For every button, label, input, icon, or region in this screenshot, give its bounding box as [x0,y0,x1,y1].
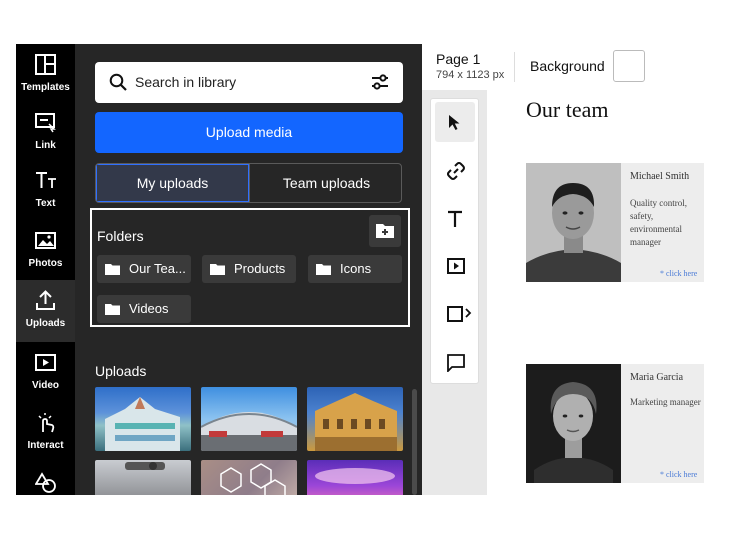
folder-label: Our Tea... [129,261,186,276]
street-photo [125,462,165,470]
folder-icon [316,264,331,275]
team-member-card[interactable]: Maria Garcia Marketing manager * click h… [526,364,704,483]
folder-label: Videos [129,301,169,316]
folder-item[interactable]: Icons [308,255,402,283]
folder-icon [210,264,225,275]
pointer-icon [449,115,460,130]
video-tool[interactable] [435,246,475,286]
folder-item[interactable]: Videos [97,295,191,323]
photos-icon [35,232,56,249]
upload-thumbnail-colorful-facade[interactable] [95,387,191,451]
portrait-photo-woman [526,364,621,483]
background-color-swatch[interactable] [613,50,645,82]
text-tool[interactable] [435,198,475,238]
sidebar-rail: Templates Link Text Photos Uploads Video… [16,44,75,495]
building-photo [315,393,397,451]
rail-label-interact: Interact [27,440,64,451]
folder-icon [105,304,120,315]
text-icon [36,172,56,188]
rail-item-interact[interactable]: Interact [16,402,75,464]
background-label: Background [530,58,605,74]
rail-item-shapes[interactable] [16,462,75,495]
new-folder-button[interactable] [369,215,401,247]
rail-item-photos[interactable]: Photos [16,220,75,282]
hexagon-photo [220,463,286,495]
library-scrollbar[interactable] [412,389,417,495]
upload-thumbnail-street[interactable] [95,460,191,495]
rail-label-uploads: Uploads [25,318,66,329]
folder-item[interactable]: Products [202,255,296,283]
text-tool-icon [448,210,462,227]
member-description[interactable]: Quality control, safety, environmental m… [630,197,702,249]
rail-label-templates: Templates [21,82,70,93]
member-photo[interactable] [526,163,621,282]
rail-label-photos: Photos [28,258,63,269]
member-link[interactable]: * click here [660,269,697,278]
filter-settings-icon[interactable] [371,74,389,91]
divider [514,52,515,82]
light-photo [315,468,395,484]
shapes-icon [35,472,56,493]
tab-team-uploads[interactable]: Team uploads [249,164,401,202]
team-member-card[interactable]: Michael Smith Quality control, safety, e… [526,163,704,282]
member-photo[interactable] [526,364,621,483]
rail-label-link: Link [35,140,56,151]
member-description[interactable]: Marketing manager [630,396,702,409]
folder-icon [105,264,120,275]
stadium-photo [201,412,297,451]
upload-thumbnail-hexagons[interactable] [201,460,297,495]
member-name[interactable]: Michael Smith [630,171,689,182]
tab-my-uploads[interactable]: My uploads [96,164,249,202]
search-bar[interactable]: Search in library [95,62,403,103]
page-name[interactable]: Page 1 [436,51,480,67]
page-size: 794 x 1123 px [436,69,505,81]
editor-page-bar: Page 1 794 x 1123 px Background [422,44,714,90]
document-title[interactable]: Our team [526,97,608,123]
link-tool[interactable] [435,150,475,190]
member-link[interactable]: * click here [660,470,697,479]
link-frame-icon [35,113,56,133]
folders-section: Folders Our Tea... Products Icons Videos [90,208,410,327]
add-folder-icon [376,224,394,238]
portrait-photo-man [526,163,621,282]
uploads-tab-switch: My uploads Team uploads [95,163,402,203]
rail-label-video: Video [31,380,60,391]
upload-thumbnail-yellow-building[interactable] [307,387,403,451]
document-page[interactable]: Our team Michael Smith Quality control, … [487,90,714,495]
library-panel: Search in library Upload media My upload… [75,44,422,495]
link-icon [447,162,465,180]
folders-heading: Folders [97,228,144,244]
shape-tool[interactable] [435,294,475,334]
rail-item-video[interactable]: Video [16,342,75,404]
search-icon [109,73,127,91]
video-tool-icon [447,258,465,274]
interact-icon [38,413,55,433]
rail-item-text[interactable]: Text [16,160,75,222]
square-icon [447,306,463,322]
uploads-heading: Uploads [95,363,147,379]
video-icon [35,354,56,371]
upload-media-button[interactable]: Upload media [95,112,403,153]
select-tool[interactable] [435,102,475,142]
chevron-right-icon [465,308,472,318]
folder-item[interactable]: Our Tea... [97,255,191,283]
upload-thumbnail-stadium[interactable] [201,387,297,451]
rail-item-link[interactable]: Link [16,102,75,164]
facade-photo [105,397,180,451]
rail-item-templates[interactable]: Templates [16,44,75,106]
member-name[interactable]: Maria Garcia [630,372,683,383]
comment-tool[interactable] [435,342,475,382]
folder-label: Icons [340,261,372,276]
uploads-icon [36,290,55,310]
upload-thumbnail-purple-light[interactable] [307,460,403,495]
editor-toolbar [430,98,479,384]
rail-item-uploads[interactable]: Uploads [16,280,75,342]
rail-label-text: Text [35,198,56,209]
folder-label: Products [234,261,286,276]
templates-icon [35,54,56,75]
search-placeholder[interactable]: Search in library [135,74,236,90]
comment-icon [447,354,465,372]
